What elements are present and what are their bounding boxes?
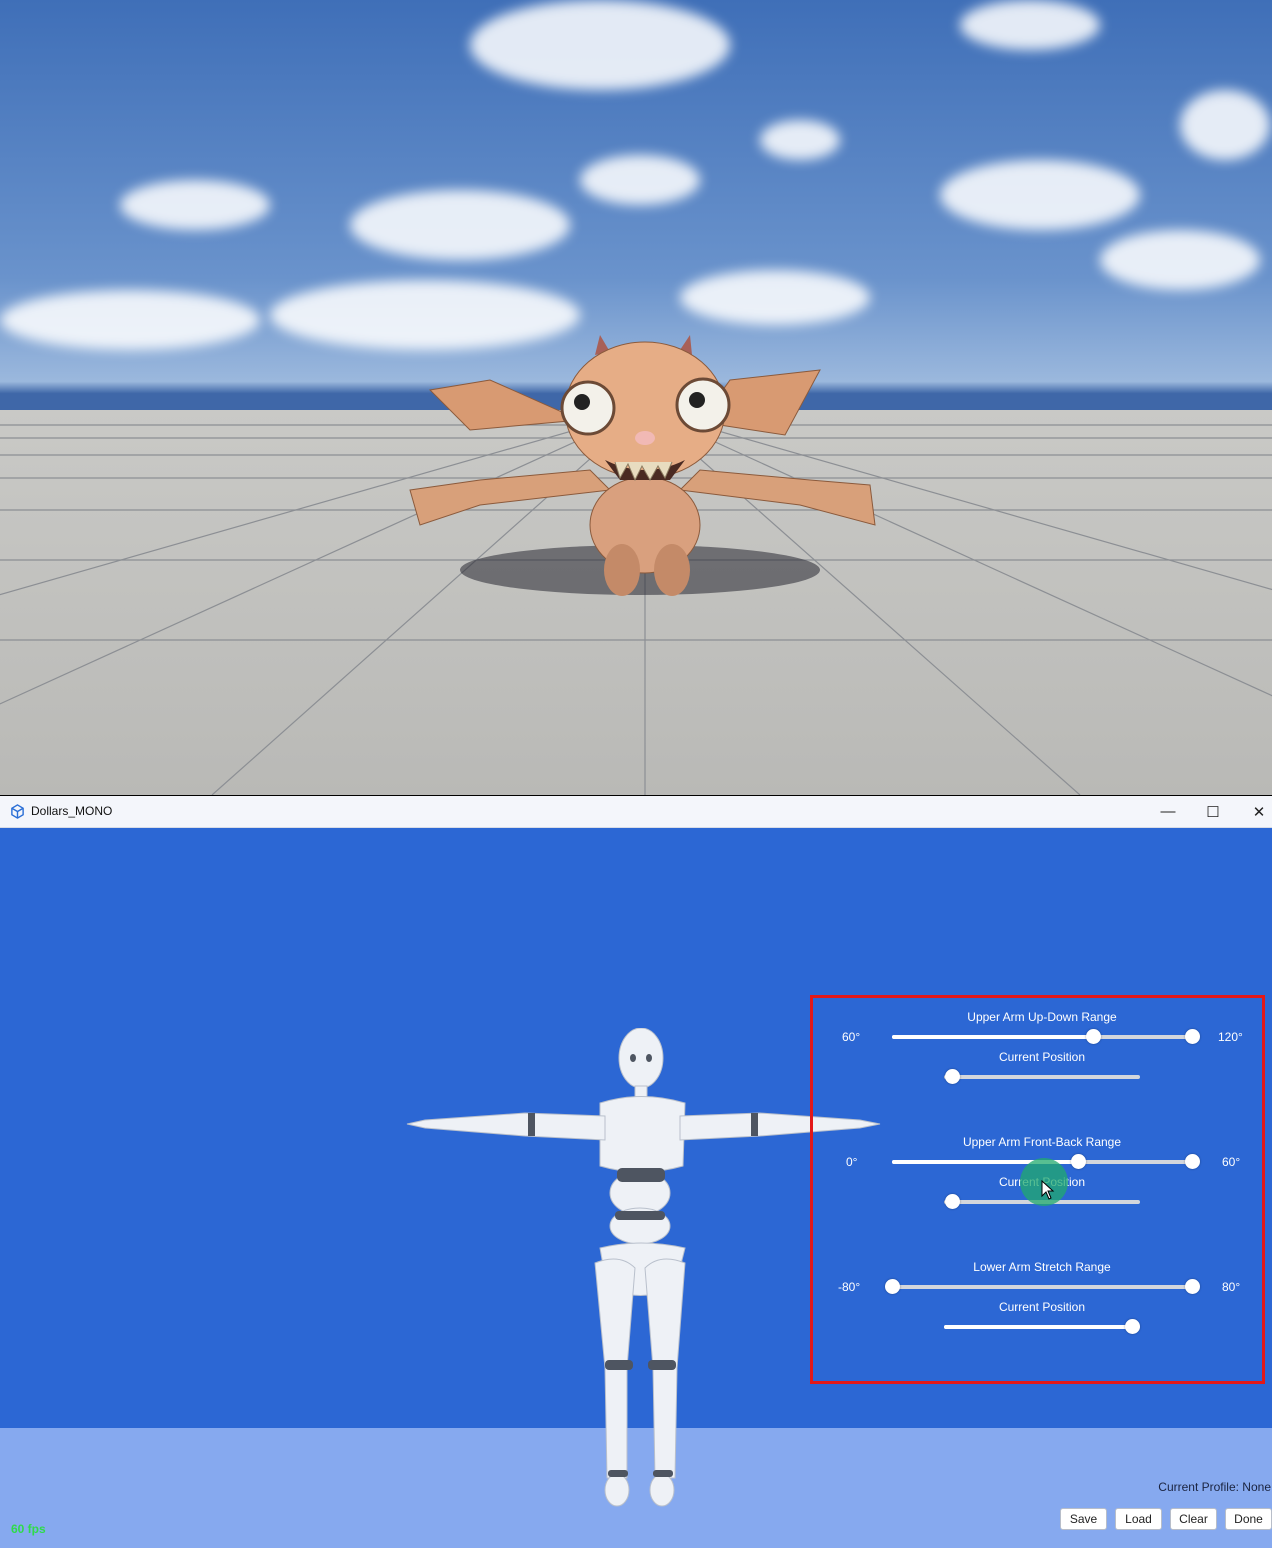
range-low-handle[interactable] xyxy=(1071,1154,1086,1169)
window-title: Dollars_MONO xyxy=(31,804,113,818)
current-position-label: Current Position xyxy=(998,1300,1086,1314)
range-low-handle[interactable] xyxy=(885,1279,900,1294)
range-high-handle[interactable] xyxy=(1185,1029,1200,1044)
mouse-cursor-icon xyxy=(1041,1180,1055,1200)
range-high-handle[interactable] xyxy=(1185,1279,1200,1294)
minimize-button[interactable]: — xyxy=(1145,796,1191,827)
fps-counter: 60 fps xyxy=(11,1522,46,1536)
current-position-fill xyxy=(944,1325,1132,1329)
range-max-label: 120° xyxy=(1218,1030,1243,1044)
range-slider-track[interactable] xyxy=(892,1285,1192,1289)
range-slider-title: Upper Arm Up-Down Range xyxy=(967,1010,1117,1024)
range-min-label: 60° xyxy=(842,1030,861,1044)
minimize-icon: — xyxy=(1160,803,1176,820)
range-min-label: 0° xyxy=(846,1155,858,1169)
save-button[interactable]: Save xyxy=(1060,1508,1107,1530)
close-icon: ✕ xyxy=(1252,803,1266,821)
range-high-handle[interactable] xyxy=(1185,1154,1200,1169)
range-max-label: 60° xyxy=(1222,1155,1241,1169)
maximize-icon: ☐ xyxy=(1206,803,1220,821)
title-bar[interactable]: Dollars_MONO — ☐ ✕ xyxy=(0,796,1272,828)
load-button[interactable]: Load xyxy=(1115,1508,1162,1530)
range-slider-title: Lower Arm Stretch Range xyxy=(973,1260,1111,1274)
game-viewport xyxy=(0,0,1272,795)
range-slider-fill xyxy=(892,1035,1093,1039)
current-position-handle[interactable] xyxy=(945,1069,960,1084)
done-button[interactable]: Done xyxy=(1225,1508,1272,1530)
current-position-label: Current Position xyxy=(998,1050,1086,1064)
current-position-handle[interactable] xyxy=(1125,1319,1140,1334)
clear-button[interactable]: Clear xyxy=(1170,1508,1217,1530)
current-position-track[interactable] xyxy=(944,1075,1140,1079)
range-max-label: 80° xyxy=(1222,1280,1241,1294)
current-profile-label: Current Profile: None xyxy=(1158,1480,1271,1494)
current-position-handle[interactable] xyxy=(945,1194,960,1209)
dollars-mono-window: Dollars_MONO — ☐ ✕ Current Profile: None… xyxy=(0,796,1272,1548)
range-min-label: -80° xyxy=(838,1280,861,1294)
range-slider-title: Upper Arm Front-Back Range xyxy=(962,1135,1122,1149)
range-low-handle[interactable] xyxy=(1086,1029,1101,1044)
goblin-character xyxy=(409,335,876,596)
app-cube-icon xyxy=(11,804,24,819)
maximize-button[interactable]: ☐ xyxy=(1190,796,1236,827)
close-button[interactable]: ✕ xyxy=(1236,796,1272,827)
